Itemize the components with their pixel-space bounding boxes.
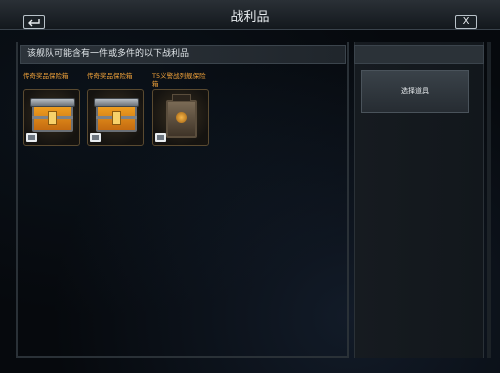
frame-bottom-edge [16,356,349,358]
back-button[interactable] [23,15,45,29]
item-type-badge-icon [155,133,166,142]
scroll-rail[interactable] [487,42,491,358]
window-title: 战利品 [230,10,270,25]
loot-item-name: 传奇奖品保险箱 [87,72,133,80]
loot-notice: 该舰队可能含有一件或多件的以下战利品 [20,45,346,64]
frame-left-edge [16,42,18,358]
loot-item[interactable]: 传奇奖品保险箱 [87,72,147,146]
select-item-button[interactable]: 选择道具 [361,70,469,113]
item-type-badge-icon [90,133,101,142]
item-type-badge-icon [26,133,37,142]
frame-right-edge [347,42,349,358]
loot-item-name: T5义警战列舰保险箱 [152,72,206,88]
loot-item-image[interactable] [87,89,144,146]
side-panel-header [354,45,484,64]
back-arrow-icon [28,18,40,26]
loot-item[interactable]: T5义警战列舰保险箱 [152,72,212,146]
close-button[interactable]: X [455,15,477,29]
loot-item-name: 传奇奖品保险箱 [23,72,69,80]
loot-item[interactable]: 传奇奖品保险箱 [23,72,83,146]
loot-item-image[interactable] [152,89,209,146]
loot-item-image[interactable] [23,89,80,146]
